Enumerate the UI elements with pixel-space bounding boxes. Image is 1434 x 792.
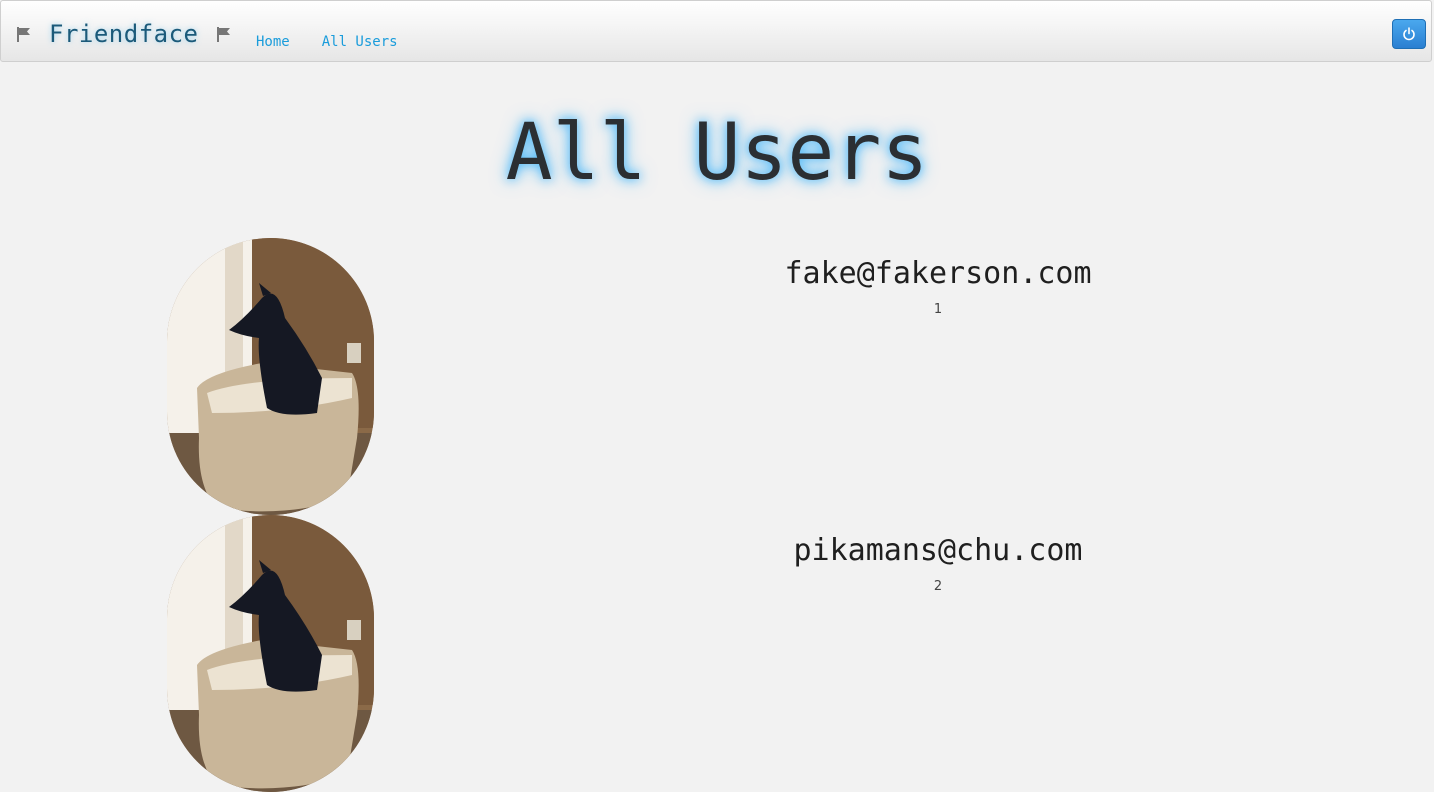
brand[interactable]: Friendface	[15, 19, 233, 49]
nav-link-home[interactable]: Home	[256, 34, 290, 50]
page-title: All Users	[505, 108, 929, 198]
logout-button[interactable]	[1392, 19, 1426, 49]
dog-photo	[167, 238, 374, 515]
user-email[interactable]: pikamans@chu.com	[738, 533, 1138, 568]
nav-links: Home All Users	[256, 34, 398, 50]
user-id: 1	[933, 302, 943, 317]
navbar: Friendface Home All Users	[0, 0, 1432, 62]
flag-icon	[216, 27, 230, 42]
brand-title[interactable]: Friendface	[49, 20, 199, 48]
user-email[interactable]: fake@fakerson.com	[738, 256, 1138, 291]
user-card: pikamans@chu.com 2	[0, 515, 1434, 792]
user-id: 2	[933, 579, 943, 594]
user-card: fake@fakerson.com 1	[0, 238, 1434, 515]
dog-photo	[167, 515, 374, 792]
avatar[interactable]	[167, 238, 374, 515]
nav-link-all-users[interactable]: All Users	[322, 34, 398, 50]
flag-icon	[17, 27, 30, 42]
power-icon	[1403, 27, 1415, 41]
avatar[interactable]	[167, 515, 374, 792]
